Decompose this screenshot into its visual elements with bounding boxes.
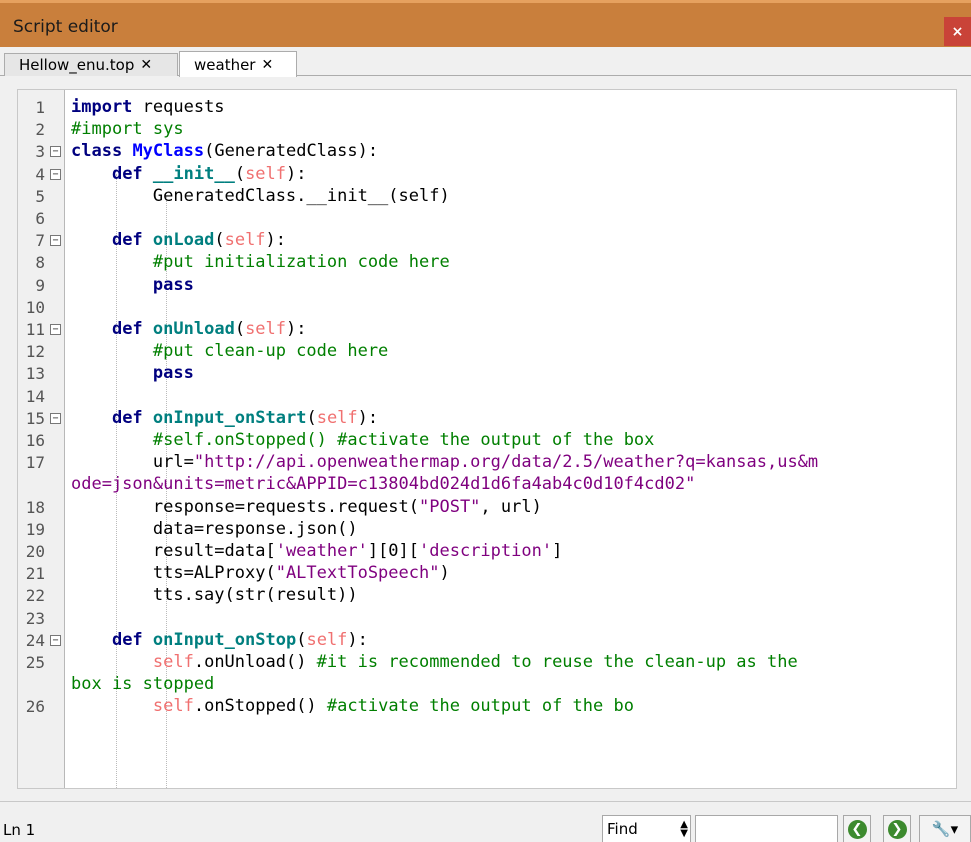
arrow-right-icon: ❯ xyxy=(887,819,907,839)
line-number: 16 xyxy=(25,431,45,450)
line-number: 9 xyxy=(35,275,45,295)
tab-bar: Hellow_enu.top ✕ weather ✕ xyxy=(0,47,971,77)
code-line[interactable]: tts=ALProxy("ALTextToSpeech") xyxy=(71,562,450,584)
code-line[interactable]: result=data['weather'][0]['description'] xyxy=(71,540,562,562)
line-number: 13 xyxy=(25,364,45,384)
tab-weather[interactable]: weather ✕ xyxy=(179,51,297,77)
spinner-arrows-icon: ▲ ▼ xyxy=(680,819,688,839)
window-title: Script editor xyxy=(13,17,118,37)
code-line[interactable]: self.onStopped() #activate the output of… xyxy=(71,695,634,717)
code-line[interactable]: import requests xyxy=(71,96,225,118)
line-number: 4 xyxy=(35,164,45,184)
code-line[interactable]: box is stopped xyxy=(71,673,214,695)
line-number: 5 xyxy=(35,186,45,206)
tab-label: Hellow_enu.top xyxy=(19,56,135,74)
find-previous-button[interactable]: ❮ xyxy=(843,815,871,842)
line-number: 24 xyxy=(25,630,45,650)
arrow-left-icon: ❮ xyxy=(847,819,867,839)
code-line[interactable]: #put initialization code here xyxy=(71,251,450,273)
code-line[interactable]: pass xyxy=(71,362,194,384)
fold-toggle-icon[interactable]: − xyxy=(50,324,61,335)
line-number: 18 xyxy=(25,497,45,517)
code-line[interactable]: #import sys xyxy=(71,118,184,140)
tools-menu-button[interactable]: 🔧▾ xyxy=(919,815,971,842)
code-line[interactable]: def onLoad(self): xyxy=(71,229,286,251)
line-number: 25 xyxy=(25,653,45,672)
code-line[interactable]: #self.onStopped() #activate the output o… xyxy=(71,429,655,451)
close-tab-icon[interactable]: ✕ xyxy=(140,57,152,73)
code-line[interactable]: tts.say(str(result)) xyxy=(71,584,358,606)
line-number: 10 xyxy=(25,297,45,317)
code-line[interactable]: def onUnload(self): xyxy=(71,318,307,340)
code-line[interactable]: def onInput_onStop(self): xyxy=(71,629,368,651)
tab-label: weather xyxy=(194,55,256,74)
line-number: 8 xyxy=(35,253,45,273)
line-number: 19 xyxy=(25,519,45,539)
find-input[interactable] xyxy=(695,815,838,842)
close-button[interactable]: × xyxy=(944,17,971,46)
close-tab-icon[interactable]: ✕ xyxy=(261,57,273,73)
line-number: 21 xyxy=(25,564,45,584)
line-number: 12 xyxy=(25,342,45,362)
code-line[interactable]: pass xyxy=(71,274,194,296)
wrench-icon: 🔧▾ xyxy=(931,820,959,838)
code-editor[interactable]: 1 2 3−4−5 6 7−8 9 10 11−12 13 14 15−16 17 18 19 20 21 22… xyxy=(17,89,957,789)
code-line[interactable]: ode=json&units=metric&APPID=c13804bd024d… xyxy=(71,473,695,495)
code-line[interactable]: def onInput_onStart(self): xyxy=(71,407,378,429)
line-number: 6 xyxy=(35,209,45,228)
line-number: 26 xyxy=(25,697,45,717)
title-bar: Script editor × xyxy=(0,0,971,47)
find-mode-select[interactable]: Find ▲ ▼ xyxy=(602,815,691,842)
code-line[interactable]: def __init__(self): xyxy=(71,163,307,185)
code-line[interactable]: class MyClass(GeneratedClass): xyxy=(71,140,378,162)
fold-toggle-icon[interactable]: − xyxy=(50,235,61,247)
find-next-button[interactable]: ❯ xyxy=(883,815,911,842)
line-number: 22 xyxy=(25,586,45,606)
find-mode-label: Find xyxy=(607,820,638,838)
code-line[interactable]: data=response.json() xyxy=(71,518,358,540)
line-number: 17 xyxy=(25,453,45,473)
fold-toggle-icon[interactable]: − xyxy=(50,168,61,180)
line-number: 20 xyxy=(25,542,45,561)
line-number: 15 xyxy=(25,408,45,428)
line-number: 1 xyxy=(35,98,45,117)
code-line[interactable]: GeneratedClass.__init__(self) xyxy=(71,185,450,207)
code-line[interactable]: url="http://api.openweathermap.org/data/… xyxy=(71,451,818,473)
fold-toggle-icon[interactable]: − xyxy=(50,412,61,424)
line-number: 7 xyxy=(35,231,45,251)
tab-hellow-enu[interactable]: Hellow_enu.top ✕ xyxy=(4,53,178,76)
line-number: 23 xyxy=(25,608,45,628)
line-number: 2 xyxy=(35,120,45,140)
fold-toggle-icon[interactable]: − xyxy=(50,634,61,646)
code-line[interactable]: self.onUnload() #it is recommended to re… xyxy=(71,651,798,673)
line-number: 11 xyxy=(25,320,45,339)
code-line[interactable]: #put clean-up code here xyxy=(71,340,388,362)
code-line[interactable]: response=requests.request("POST", url) xyxy=(71,496,542,518)
line-number: 14 xyxy=(25,386,45,406)
cursor-position: Ln 1 xyxy=(3,821,36,839)
line-number-gutter: 1 2 3−4−5 6 7−8 9 10 11−12 13 14 15−16 17 18 19 20 21 22… xyxy=(18,90,65,788)
status-bar: Ln 1 Find ▲ ▼ ❮ ❯ 🔧▾ xyxy=(0,801,971,842)
line-number: 3 xyxy=(35,142,45,162)
fold-toggle-icon[interactable]: − xyxy=(50,146,61,158)
